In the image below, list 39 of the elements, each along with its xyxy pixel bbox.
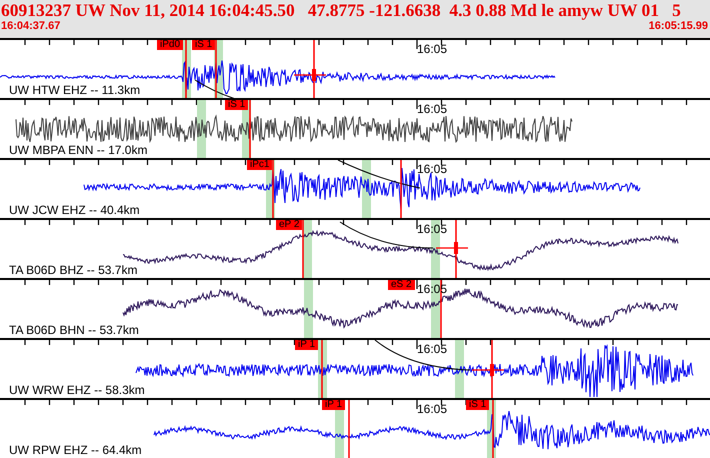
- pick-window-band: [304, 280, 313, 338]
- end-time: 16:05:15.99: [648, 20, 708, 32]
- start-time: 16:04:37.67: [1, 20, 60, 32]
- pick-line: [440, 280, 442, 338]
- pick-tag[interactable]: iS 1: [466, 400, 490, 410]
- station-label: TA B06D BHZ -- 53.7km: [9, 264, 138, 277]
- pick-tag[interactable]: iPd0: [157, 40, 184, 50]
- pick-line: [302, 220, 304, 278]
- pick-tag[interactable]: iPc1: [247, 160, 272, 170]
- time-label: 16:05: [417, 343, 448, 356]
- pick-tag[interactable]: iP 1: [295, 340, 318, 350]
- pick-line: [400, 160, 402, 218]
- station-label: UW HTW EHZ -- 11.3km: [9, 84, 140, 97]
- pick-line: [272, 160, 274, 218]
- pick-tag[interactable]: eP 2: [276, 220, 302, 230]
- pick-line: [215, 40, 217, 98]
- station-label: TA B06D BHN -- 53.7km: [9, 324, 139, 337]
- pick-line: [249, 100, 251, 158]
- pick-line: [321, 340, 323, 398]
- pick-line: [185, 40, 187, 98]
- pick-tag[interactable]: iP 1: [322, 400, 346, 410]
- time-label: 16:05: [417, 43, 448, 56]
- time-label: 16:05: [417, 163, 448, 176]
- time-label: 16:05: [417, 223, 448, 236]
- event-title: 60913237 UW Nov 11, 2014 16:04:45.50 47.8775 -121.6638 4.3 0.88 Md le amyw UW 01 5: [0, 0, 682, 20]
- station-label: UW MBPA ENN -- 17.0km: [9, 144, 148, 157]
- crosshair-marker: [472, 340, 504, 398]
- pick-line: [348, 400, 350, 458]
- pick-window-band: [455, 340, 464, 398]
- time-label: 16:05: [417, 403, 448, 416]
- crosshair-marker: [294, 40, 326, 98]
- station-label: UW JCW EHZ -- 40.4km: [9, 204, 140, 217]
- time-label: 16:05: [417, 103, 448, 116]
- pick-line: [492, 400, 494, 458]
- pick-tag[interactable]: iS 1: [225, 100, 248, 110]
- pick-tag[interactable]: iS 1: [192, 40, 216, 50]
- station-label: UW RPW EHZ -- 64.4km: [9, 444, 142, 457]
- pick-tag[interactable]: eS 2: [388, 280, 415, 290]
- station-label: UW WRW EHZ -- 58.3km: [9, 384, 145, 397]
